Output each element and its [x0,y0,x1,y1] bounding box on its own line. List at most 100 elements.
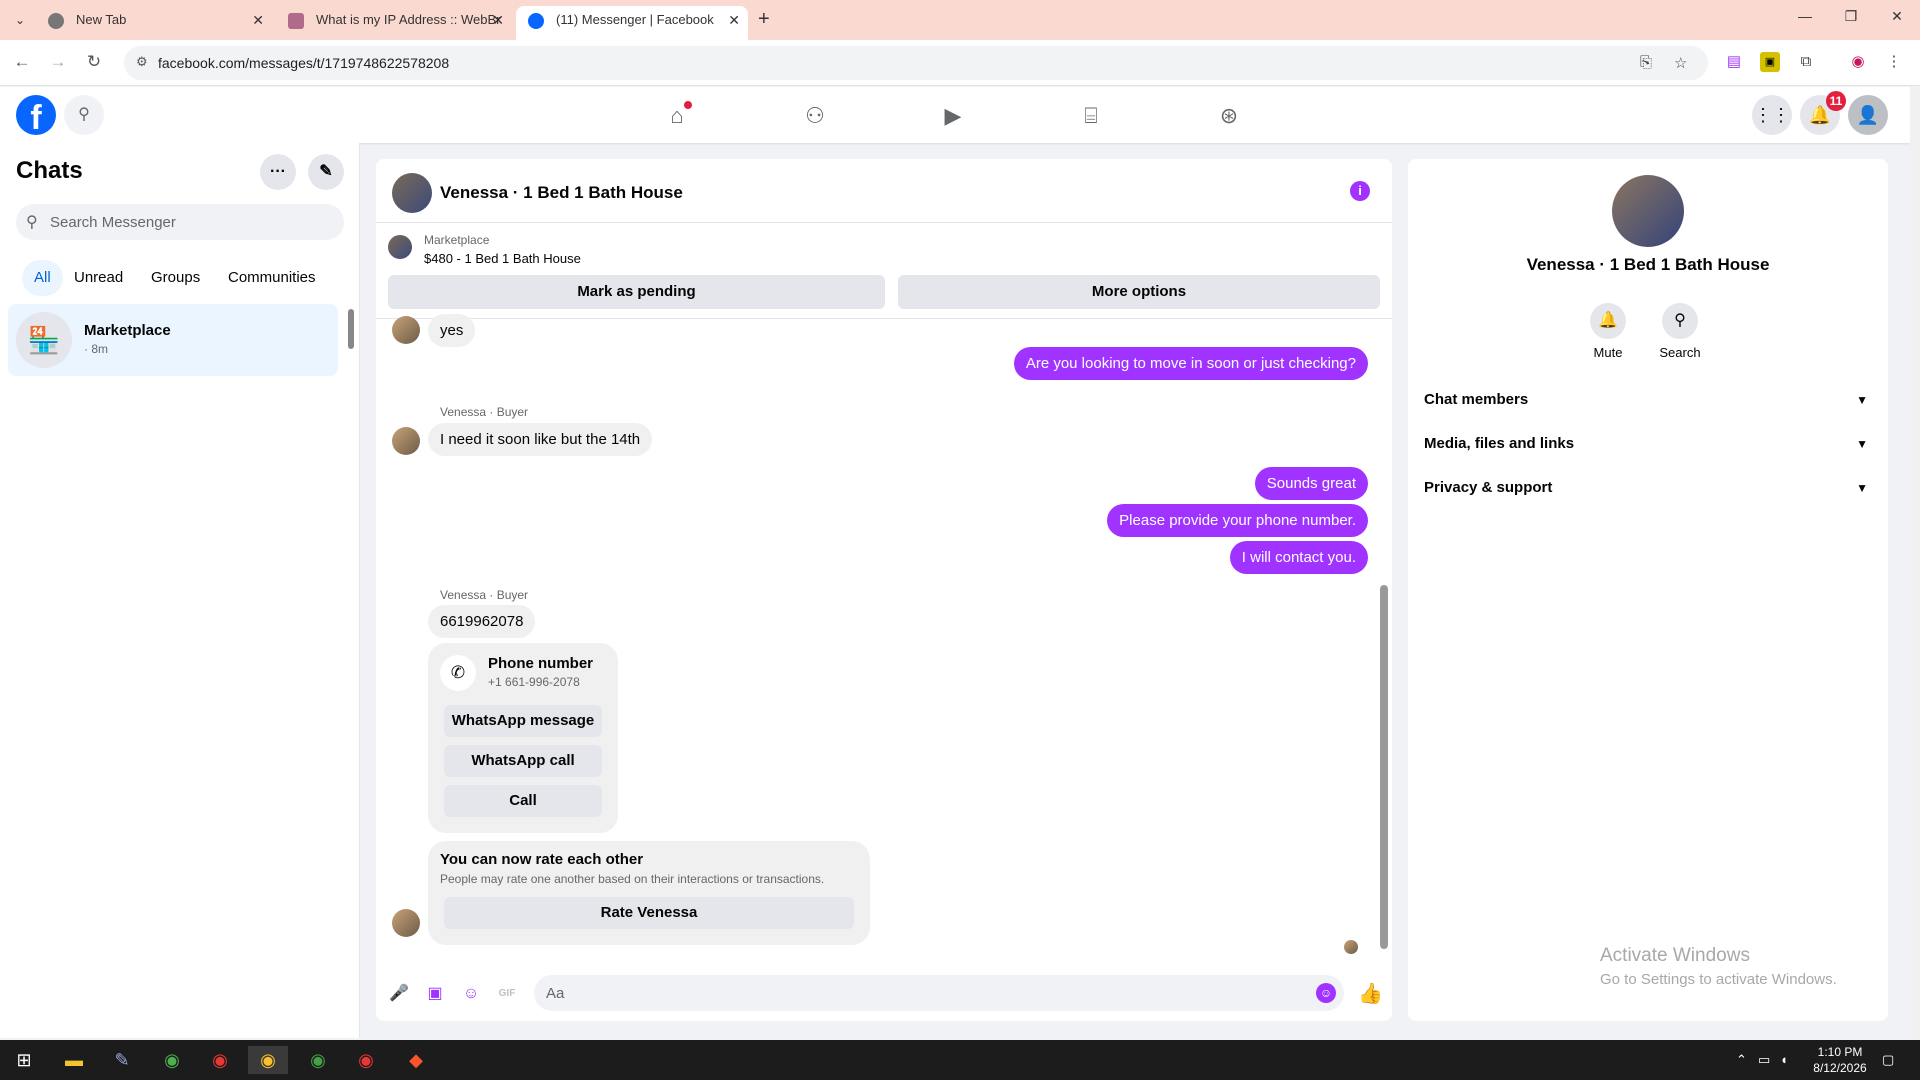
mute-button[interactable]: 🔔 Mute [1578,303,1638,360]
sticker-icon[interactable]: ☺ [460,983,482,1005]
call-button[interactable]: Call [444,785,602,817]
chrome-icon[interactable]: ◉ [346,1046,386,1074]
details-avatar[interactable] [1612,175,1684,247]
close-tab-icon[interactable]: ✕ [252,6,264,34]
clock[interactable]: 1:10 PM 8/12/2026 [1808,1044,1872,1076]
notification-badge: 11 [1826,91,1846,111]
reload-icon[interactable]: ↻ [82,52,106,72]
filter-unread[interactable]: Unread [62,260,135,296]
like-thumb-icon[interactable]: 👍 [1358,983,1383,1005]
sender-avatar [392,427,420,455]
search-input[interactable] [50,204,330,240]
back-icon[interactable]: ← [10,52,34,72]
install-app-icon[interactable]: ⎘ [1640,54,1652,71]
friends-icon[interactable]: ⚇ [800,101,830,131]
chat-avatar[interactable] [392,173,432,213]
facebook-logo-icon[interactable]: f [16,95,56,135]
notification-dot [684,101,692,109]
network-icon[interactable]: ▭ [1758,1052,1770,1068]
chats-options-button[interactable]: ··· [260,154,296,190]
forward-icon[interactable]: → [46,52,70,72]
chat-members-section[interactable]: Chat members ▼ [1424,378,1872,422]
filter-groups[interactable]: Groups [139,260,212,296]
attach-media-icon[interactable]: ▣ [424,983,446,1005]
tab-messenger[interactable]: (11) Messenger | Facebook ✕ [516,6,748,40]
read-receipt-avatar [1344,940,1358,954]
listing-title[interactable]: $480 - 1 Bed 1 Bath House [424,251,581,266]
messenger-search[interactable]: ⚲ [16,204,344,240]
notifications-bell-icon[interactable]: 🔔 11 [1800,91,1846,135]
volume-icon[interactable]: ◖ [1780,1052,1788,1067]
tray-chevron-icon[interactable]: ⌃ [1736,1052,1747,1068]
listing-thumbnail[interactable] [388,235,412,259]
rate-venessa-button[interactable]: Rate Venessa [444,897,854,929]
browser-menu-icon[interactable]: ⋮ [1884,52,1904,72]
home-icon[interactable]: ⌂ [662,101,692,131]
page-scrollbar[interactable] [1910,87,1920,1040]
brave-icon[interactable]: ◆ [396,1046,436,1074]
windows-start-icon[interactable]: ⊞ [4,1046,44,1074]
gaming-icon[interactable]: ⊛ [1214,101,1244,131]
chat-title[interactable]: Venessa · 1 Bed 1 Bath House [440,183,683,203]
more-options-button[interactable]: More options [898,275,1380,309]
new-message-icon[interactable]: ✎ [308,154,344,190]
close-tab-icon[interactable]: ✕ [728,6,740,34]
bell-icon: 🔔 [1590,303,1626,339]
restore-icon[interactable]: ❐ [1828,8,1874,25]
close-tab-icon[interactable]: ✕ [492,6,504,34]
notification-center-icon[interactable]: ▢ [1882,1052,1894,1068]
new-tab-button[interactable]: + [758,8,770,31]
gif-icon[interactable]: GIF [496,983,518,1005]
phone-number-card: ✆ Phone number +1 661-996-2078 WhatsApp … [428,643,618,833]
filter-all[interactable]: All [22,260,63,296]
chrome-icon[interactable]: ◉ [298,1046,338,1074]
extension-icon[interactable]: ▤ [1724,52,1744,72]
bookmark-star-icon[interactable]: ☆ [1674,54,1687,72]
emoji-icon[interactable]: ☺ [1316,983,1336,1003]
chrome-icon[interactable]: ◉ [152,1046,192,1074]
chat-scrollbar[interactable] [1380,585,1388,949]
media-files-links-section[interactable]: Media, files and links ▼ [1424,422,1872,466]
whatsapp-call-button[interactable]: WhatsApp call [444,745,602,777]
sender-avatar [392,316,420,344]
extension-icon[interactable]: ▣ [1760,52,1780,72]
search-icon: ⚲ [26,214,38,231]
filter-communities[interactable]: Communities [216,260,328,296]
tab-new-tab[interactable]: New Tab ✕ [36,6,272,40]
facebook-search-icon[interactable]: ⚲ [64,95,104,135]
minimize-icon[interactable]: — [1782,8,1828,24]
voice-clip-icon[interactable]: 🎤 [388,983,410,1005]
conversation-info-icon[interactable]: i [1350,181,1370,201]
whatsapp-message-button[interactable]: WhatsApp message [444,705,602,737]
profile-icon[interactable]: ◉ [1848,52,1868,72]
message-input-box[interactable]: ☺ [534,975,1344,1011]
conversation-item[interactable]: 🏪 Marketplace · 8m [8,304,338,376]
browser-tab-bar: ⌄ New Tab ✕ What is my IP Address :: Web… [0,0,1920,40]
privacy-support-section[interactable]: Privacy & support ▼ [1424,466,1872,510]
section-label: Privacy & support [1424,479,1553,496]
tab-search-chevron-icon[interactable]: ⌄ [10,10,30,30]
account-avatar[interactable]: 👤 [1848,95,1888,135]
menu-grid-icon[interactable]: ⋮⋮ [1752,95,1792,135]
phone-icon: ✆ [440,655,476,691]
tab-ip-address[interactable]: What is my IP Address :: WebBr ✕ [276,6,512,40]
search-conversation-button[interactable]: ⚲ Search [1650,303,1710,360]
close-window-icon[interactable]: ✕ [1874,8,1920,25]
message-input[interactable] [546,975,1306,1011]
marketplace-label: Marketplace [424,233,490,247]
chrome-icon[interactable]: ◉ [200,1046,240,1074]
notepad-icon[interactable]: ✎ [102,1046,142,1074]
details-name: Venessa · 1 Bed 1 Bath House [1526,255,1770,274]
file-explorer-icon[interactable]: ▬ [54,1046,94,1074]
marketplace-icon[interactable]: ⌸ [1076,101,1106,131]
site-info-icon[interactable]: ⚙ [136,54,152,70]
chats-sidebar: Chats ··· ✎ ⚲ All Unread Groups Communit… [0,143,360,1038]
sidebar-scrollbar[interactable] [348,309,354,349]
video-icon[interactable]: ▶ [938,101,968,131]
address-bar[interactable]: ⚙ facebook.com/messages/t/17197486225782… [124,46,1708,80]
extensions-puzzle-icon[interactable]: ⧉ [1796,52,1816,72]
mark-as-pending-button[interactable]: Mark as pending [388,275,885,309]
url-text: facebook.com/messages/t/1719748622578208 [158,55,450,71]
tab-title: New Tab [76,12,127,27]
chrome-icon[interactable]: ◉ [248,1046,288,1074]
